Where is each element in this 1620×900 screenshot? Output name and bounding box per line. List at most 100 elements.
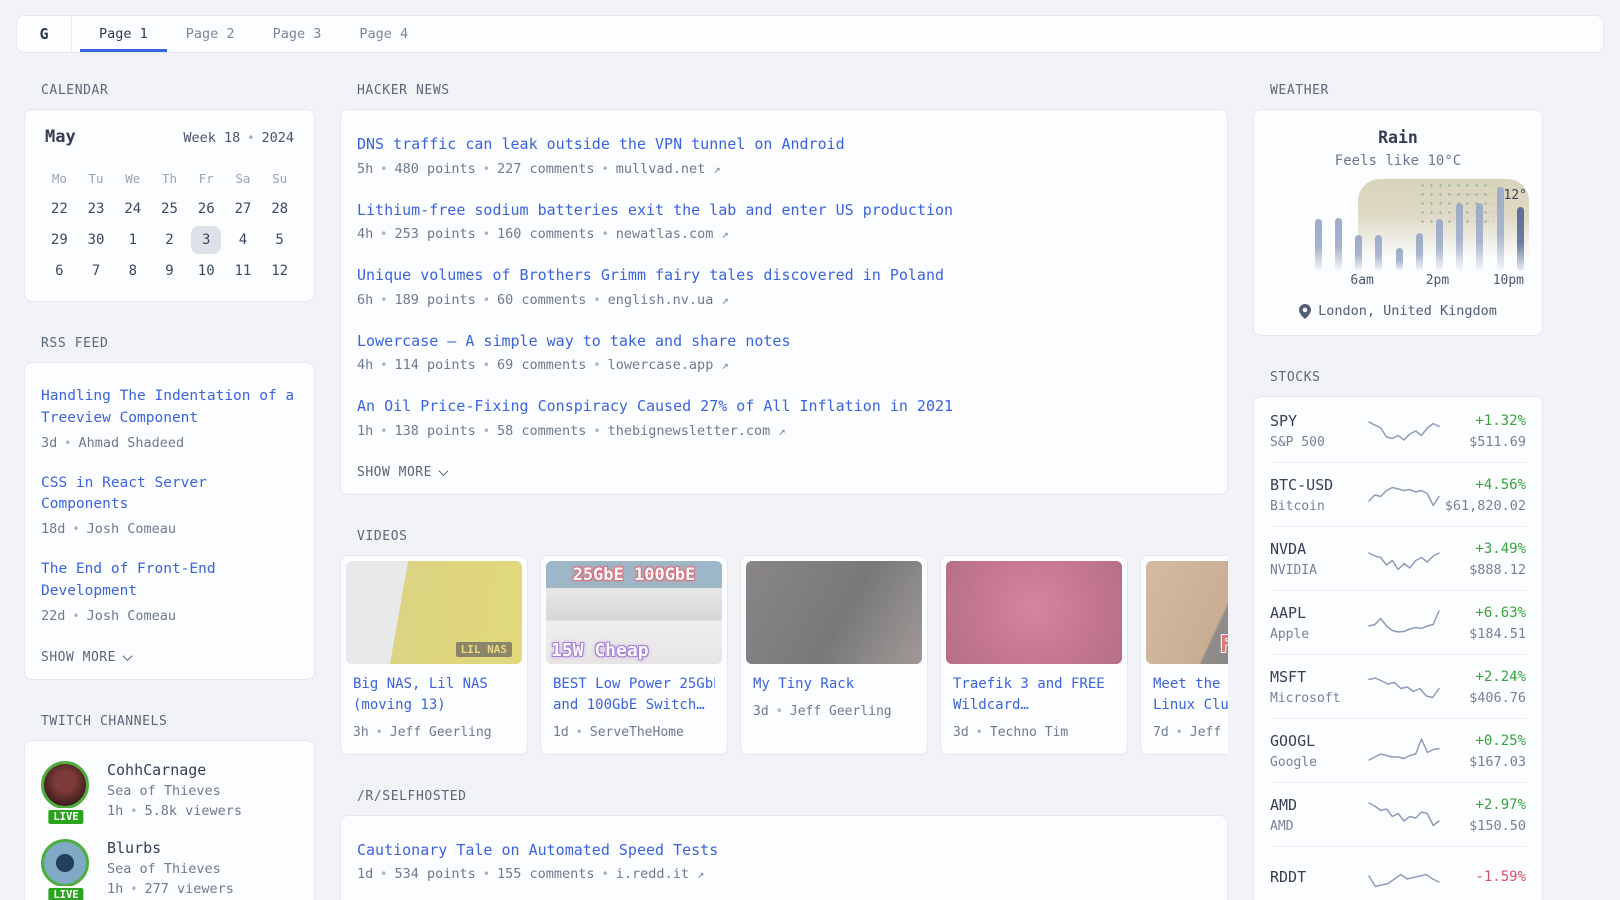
weather-bar (1335, 218, 1342, 271)
comments-link[interactable]: 155 comments (497, 866, 595, 882)
video-title[interactable]: Meet theLinux Clu (1153, 674, 1228, 716)
stock-row[interactable]: AMDAMD +2.97%$150.50 (1270, 782, 1526, 846)
video-thumbnail[interactable] (946, 561, 1122, 664)
video-meta: 7d•Jeff Geerling (1153, 725, 1228, 740)
video-thumbnail[interactable]: LIL NAS (346, 561, 522, 664)
calendar-day: 22 (44, 195, 74, 223)
hn-item-meta: 4h•253 points•160 comments•newatlas.com … (357, 226, 1211, 242)
dot-separator: • (593, 293, 600, 307)
item-points: 480 points (395, 161, 476, 177)
stock-row[interactable]: MSFTMicrosoft +2.24%$406.76 (1270, 654, 1526, 718)
video-card[interactable]: FA Meet theLinux Clu 7d•Jeff Geerling (1140, 555, 1228, 755)
rss-item-meta: 22d•Josh Comeau (41, 608, 298, 624)
stock-row[interactable]: BTC-USDBitcoin +4.56%$61,820.02 (1270, 462, 1526, 526)
stock-sparkline (1366, 475, 1442, 515)
title-line: My Tiny Rack (753, 674, 915, 695)
comments-link[interactable]: 58 comments (497, 423, 586, 439)
video-thumbnail[interactable]: FA (1146, 561, 1228, 664)
channel-name[interactable]: Blurbs (107, 839, 234, 857)
source-link[interactable]: newatlas.com ↗ (616, 226, 729, 242)
dot-separator: • (64, 436, 71, 450)
twitch-channel-row[interactable]: LIVE Blurbs Sea of Thieves 1h•277 viewer… (41, 839, 298, 897)
item-age: 1h (357, 423, 373, 439)
title-line: Cautionary Tale on Automated Speed Tests (357, 839, 1211, 862)
tab-page-1[interactable]: Page 1 (80, 16, 167, 52)
reddit-item-title[interactable]: Cautionary Tale on Automated Speed Tests (357, 839, 1211, 862)
stock-row[interactable]: AAPLApple +6.63%$184.51 (1270, 590, 1526, 654)
dot-separator: • (130, 804, 137, 818)
hn-item-title[interactable]: Lowercase – A simple way to take and sha… (357, 330, 1211, 353)
calendar-day: 29 (44, 226, 74, 254)
dot-separator: • (483, 227, 490, 241)
comments-link[interactable]: 160 comments (497, 226, 595, 242)
external-link-icon: ↗ (697, 867, 704, 881)
item-age: 1d (553, 725, 569, 740)
video-thumbnail[interactable] (746, 561, 922, 664)
channel-link[interactable]: Jeff Geerling (390, 725, 492, 740)
stock-sparkline (1366, 795, 1442, 835)
channel-link[interactable]: Jeff Geerling (790, 704, 892, 719)
calendar-day: 11 (228, 257, 258, 285)
video-card[interactable]: My Tiny Rack 3d•Jeff Geerling (740, 555, 928, 755)
rss-item-title[interactable]: CSS in React Server Components (41, 473, 298, 517)
hn-item: Lowercase – A simple way to take and sha… (357, 330, 1211, 374)
source-link[interactable]: i.redd.it ↗ (616, 866, 705, 882)
video-card[interactable]: 25GbE 100GbE15W Cheap BEST Low Power 25G… (540, 555, 728, 755)
stock-row[interactable]: SPYS&P 500 +1.32%$511.69 (1270, 399, 1526, 462)
rss-item-title[interactable]: The End of Front-EndDevelopment (41, 559, 298, 603)
hn-item-title[interactable]: Unique volumes of Brothers Grimm fairy t… (357, 264, 1211, 287)
tab-page-4[interactable]: Page 4 (340, 16, 427, 52)
twitch-widget: TWITCH CHANNELS LIVE CohhCarnage Sea of … (24, 714, 315, 900)
video-card[interactable]: Traefik 3 and FREEWildcard… 3d•Techno Ti… (940, 555, 1128, 755)
comments-link[interactable]: 60 comments (497, 292, 586, 308)
hn-item-title[interactable]: DNS traffic can leak outside the VPN tun… (357, 133, 1211, 156)
weekday-label: Th (151, 165, 188, 192)
calendar-day: 27 (228, 195, 258, 223)
tab-page-3[interactable]: Page 3 (254, 16, 341, 52)
twitch-channel-row[interactable]: LIVE CohhCarnage Sea of Thieves 1h•5.8k … (41, 761, 298, 819)
weather-bar (1436, 219, 1443, 271)
rss-show-more-button[interactable]: SHOW MORE (41, 650, 131, 665)
video-title[interactable]: My Tiny Rack (753, 674, 915, 695)
video-card[interactable]: LIL NAS Big NAS, Lil NAS(moving 13) 3h•J… (340, 555, 528, 755)
video-thumbnail[interactable]: 25GbE 100GbE15W Cheap (546, 561, 722, 664)
reddit-item: Cautionary Tale on Automated Speed Tests… (357, 839, 1211, 883)
source-link[interactable]: mullvad.net ↗ (616, 161, 721, 177)
weather-bar (1375, 235, 1382, 271)
item-age: 3d (41, 435, 57, 451)
tab-page-2[interactable]: Page 2 (167, 16, 254, 52)
source-link[interactable]: english.nv.ua ↗ (608, 292, 729, 308)
video-title[interactable]: BEST Low Power 25GbEand 100GbE Switch… (553, 674, 715, 716)
stock-row[interactable]: RDDT -1.59% (1270, 846, 1526, 900)
source-domain: lowercase.app (608, 357, 714, 373)
hn-show-more-button[interactable]: SHOW MORE (357, 465, 447, 480)
app-logo[interactable]: G (17, 16, 72, 52)
rss-item-title[interactable]: Handling The Indentation of aTreeview Co… (41, 386, 298, 430)
channel-link[interactable]: ServeTheHome (590, 725, 684, 740)
stock-sparkline (1366, 859, 1442, 899)
title-line: Lowercase – A simple way to take and sha… (357, 330, 1211, 353)
dot-separator: • (593, 358, 600, 372)
stock-row[interactable]: GOOGLGoogle +0.25%$167.03 (1270, 718, 1526, 782)
comments-link[interactable]: 227 comments (497, 161, 595, 177)
weather-bar (1315, 219, 1322, 271)
calendar-day: 25 (154, 195, 184, 223)
comments-link[interactable]: 69 comments (497, 357, 586, 373)
hn-item-title[interactable]: Lithium-free sodium batteries exit the l… (357, 199, 1211, 222)
source-link[interactable]: thebignewsletter.com ↗ (608, 423, 786, 439)
title-line: Lithium-free sodium batteries exit the l… (357, 199, 1211, 222)
hour-label: 6am (1350, 273, 1373, 288)
hn-item-title[interactable]: An Oil Price-Fixing Conspiracy Caused 27… (357, 395, 1211, 418)
source-domain: thebignewsletter.com (608, 423, 771, 439)
external-link-icon: ↗ (778, 424, 785, 438)
title-line: Meet the (1153, 674, 1228, 695)
source-link[interactable]: lowercase.app ↗ (608, 357, 729, 373)
stock-row[interactable]: NVDANVIDIA +3.49%$888.12 (1270, 526, 1526, 590)
channel-link[interactable]: Jeff Geerling (1190, 725, 1228, 740)
video-title[interactable]: Big NAS, Lil NAS(moving 13) (353, 674, 515, 716)
thumbnail-text: FA (1220, 632, 1228, 658)
channel-link[interactable]: Techno Tim (990, 725, 1068, 740)
item-author: Ahmad Shadeed (79, 435, 185, 451)
channel-name[interactable]: CohhCarnage (107, 761, 242, 779)
video-title[interactable]: Traefik 3 and FREEWildcard… (953, 674, 1115, 716)
